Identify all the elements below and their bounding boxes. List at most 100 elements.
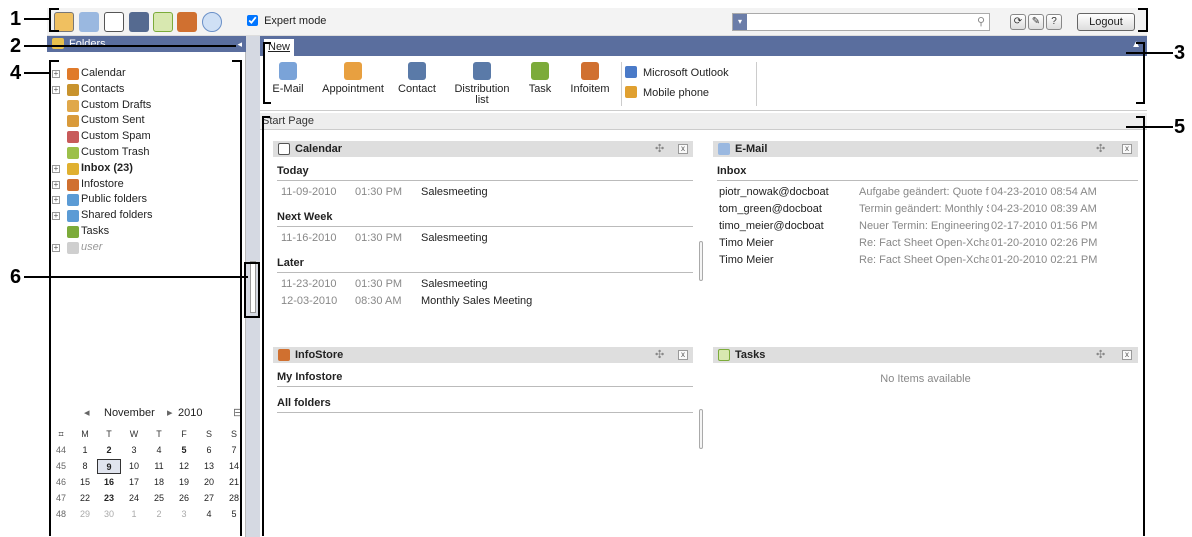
expert-mode-checkbox[interactable] [247, 15, 258, 26]
expert-mode-toggle[interactable]: Expert mode [247, 15, 326, 27]
calendar-day[interactable]: 22 [73, 491, 97, 506]
calendar-day[interactable]: 18 [147, 475, 171, 490]
folder-item[interactable]: + Public folders [47, 192, 246, 208]
search-scope-dropdown[interactable]: ▾ [733, 14, 747, 30]
calendar-scrollbar[interactable] [699, 241, 703, 281]
calendar-day[interactable]: 9 [97, 459, 121, 474]
calendar-day[interactable]: 3 [122, 443, 146, 458]
close-icon[interactable]: x [678, 350, 688, 360]
calendar-day[interactable]: 30 [97, 507, 121, 522]
calendar-day[interactable]: 15 [73, 475, 97, 490]
calendar-day[interactable]: 17 [122, 475, 146, 490]
folder-item[interactable]: + Calendar [47, 66, 246, 82]
search-input[interactable]: ▾ ⚲ [732, 13, 990, 31]
new-mobile-phone-link[interactable]: Mobile phone [625, 86, 709, 99]
close-icon[interactable]: x [1122, 144, 1132, 154]
settings-icon[interactable] [202, 12, 222, 32]
calendar-day[interactable]: 4 [147, 443, 171, 458]
calendar-day[interactable]: 20 [197, 475, 221, 490]
new-appointment-button[interactable]: Appointment [320, 62, 386, 95]
calendar-day[interactable]: 23 [97, 491, 121, 506]
calendar-day[interactable]: 6 [197, 443, 221, 458]
folder-item[interactable]: + Inbox (23) [47, 161, 246, 177]
calendar-day[interactable]: 4 [197, 507, 221, 522]
folder-panel: Folders ◂ + Calendar + Contacts Custom Draft… [47, 36, 246, 537]
folder-item[interactable]: Custom Trash [47, 145, 246, 161]
section-divider [277, 226, 693, 227]
calendar-day[interactable]: 13 [197, 459, 221, 474]
new-distribution-list-button[interactable]: Distribution list [450, 62, 514, 106]
refresh-button[interactable]: ⟳ [1010, 14, 1026, 30]
folder-item[interactable]: Custom Spam [47, 129, 246, 145]
move-icon[interactable]: ✣ [655, 141, 664, 157]
email-sender: Timo Meier [719, 237, 774, 249]
calendar-day[interactable]: 25 [147, 491, 171, 506]
close-icon[interactable]: x [678, 144, 688, 154]
month-label[interactable]: November [104, 403, 155, 423]
callout-bracket-4 [49, 60, 59, 536]
email-icon [279, 62, 297, 80]
new-infoitem-button[interactable]: Infoitem [568, 62, 612, 95]
folder-item[interactable]: Custom Sent [47, 113, 246, 129]
calendar-day[interactable]: 27 [197, 491, 221, 506]
collapse-panel-icon[interactable]: ◂ [237, 36, 242, 52]
calendar-widget-title: Calendar [295, 143, 343, 155]
day-of-week-label: S [205, 429, 212, 439]
infostore-scrollbar[interactable] [699, 409, 703, 449]
folder-item[interactable]: Tasks [47, 224, 246, 240]
calendar-day[interactable]: 8 [73, 459, 97, 474]
new-contact-button[interactable]: Contact [395, 62, 439, 95]
help-button[interactable]: ? [1046, 14, 1062, 30]
calendar-day[interactable]: 19 [172, 475, 196, 490]
calendar-day[interactable]: 2 [97, 443, 121, 458]
folder-item[interactable]: + Contacts [47, 82, 246, 98]
infostore-icon[interactable] [177, 12, 197, 32]
new-task-button[interactable]: Task [525, 62, 555, 95]
folder-label: Infostore [81, 177, 124, 190]
contacts-icon[interactable] [129, 12, 149, 32]
next-month-icon[interactable]: ▸ [167, 403, 173, 423]
tasks-icon[interactable] [153, 12, 173, 32]
link-label: Microsoft Outlook [643, 67, 729, 79]
move-icon[interactable]: ✣ [1096, 141, 1105, 157]
calendar-day[interactable]: 1 [73, 443, 97, 458]
folders-icon [52, 38, 64, 49]
calendar-day[interactable]: 5 [172, 443, 196, 458]
close-icon[interactable]: x [1122, 350, 1132, 360]
callout-4: 4 [10, 62, 22, 84]
email-icon[interactable] [79, 12, 99, 32]
folder-item[interactable]: Custom Drafts [47, 98, 246, 114]
email-widget-header[interactable]: E-Mail ✣ x [713, 141, 1138, 157]
calendar-day[interactable]: 10 [122, 459, 146, 474]
calendar-day[interactable]: 1 [122, 507, 146, 522]
new-outlook-link[interactable]: Microsoft Outlook [625, 66, 729, 79]
calendar-day[interactable]: 29 [73, 507, 97, 522]
infostore-section-heading[interactable]: My Infostore [277, 371, 342, 383]
tools-button[interactable]: ✎ [1028, 14, 1044, 30]
calendar-day[interactable]: 26 [172, 491, 196, 506]
year-label[interactable]: 2010 [178, 403, 202, 423]
folder-item[interactable]: + user [47, 240, 246, 256]
infostore-section-heading[interactable]: All folders [277, 397, 331, 409]
folder-item[interactable]: + Infostore [47, 177, 246, 193]
folder-item[interactable]: + Shared folders [47, 208, 246, 224]
tasks-widget-header[interactable]: Tasks ✣ x [713, 347, 1138, 363]
move-icon[interactable]: ✣ [655, 347, 664, 363]
new-email-button[interactable]: E-Mail [264, 62, 312, 95]
calendar-day[interactable]: 2 [147, 507, 171, 522]
search-icon[interactable]: ⚲ [977, 15, 985, 28]
infostore-widget-header[interactable]: InfoStore ✣ x [273, 347, 693, 363]
calendar-icon[interactable] [104, 12, 124, 32]
calendar-day[interactable]: 11 [147, 459, 171, 474]
logout-button[interactable]: Logout [1077, 13, 1135, 31]
prev-month-icon[interactable]: ◂ [84, 403, 90, 423]
email-subject: Aufgabe geändert: Quote for ' [859, 186, 989, 198]
calendar-widget-header[interactable]: Calendar ✣ x [273, 141, 693, 157]
calendar-day[interactable]: 16 [97, 475, 121, 490]
move-icon[interactable]: ✣ [1096, 347, 1105, 363]
calendar-day[interactable]: 12 [172, 459, 196, 474]
email-date: 01-20-2010 02:21 PM [991, 254, 1098, 266]
tasks-icon [718, 349, 730, 361]
calendar-day[interactable]: 3 [172, 507, 196, 522]
calendar-day[interactable]: 24 [122, 491, 146, 506]
